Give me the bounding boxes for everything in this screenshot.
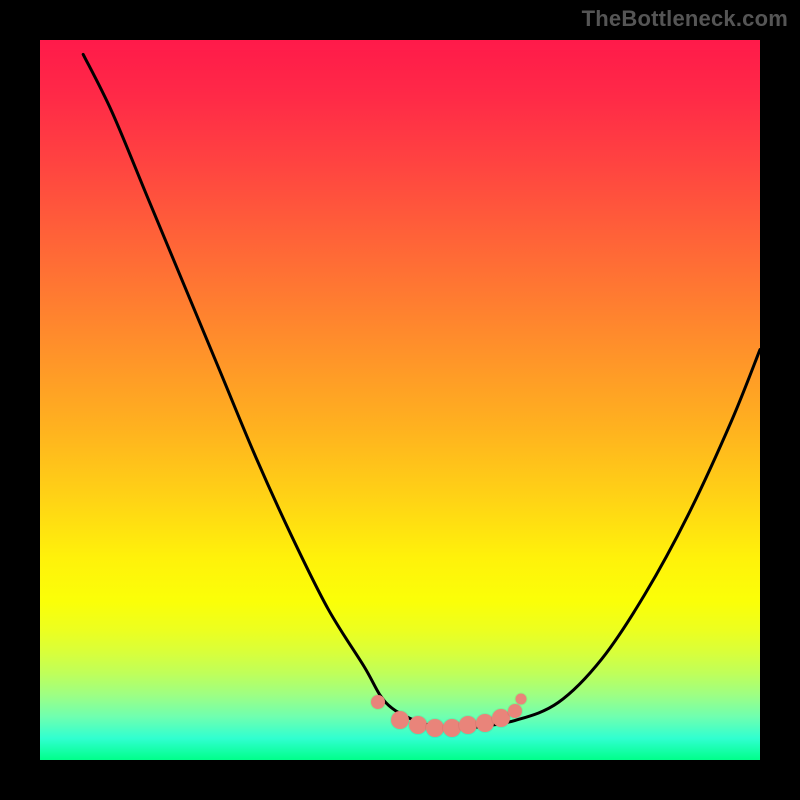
trough-dot xyxy=(492,709,510,727)
trough-dot xyxy=(409,716,427,734)
trough-dot xyxy=(371,695,385,709)
trough-dot xyxy=(515,693,526,704)
trough-dot xyxy=(426,719,444,737)
bottleneck-curve xyxy=(40,40,760,760)
watermark-text: TheBottleneck.com xyxy=(582,6,788,32)
trough-dot xyxy=(443,719,461,737)
plot-area xyxy=(40,40,760,760)
trough-dot xyxy=(508,704,522,718)
trough-dot xyxy=(459,716,477,734)
chart-frame: TheBottleneck.com xyxy=(0,0,800,800)
curve-path xyxy=(83,54,760,728)
trough-dot xyxy=(391,711,409,729)
